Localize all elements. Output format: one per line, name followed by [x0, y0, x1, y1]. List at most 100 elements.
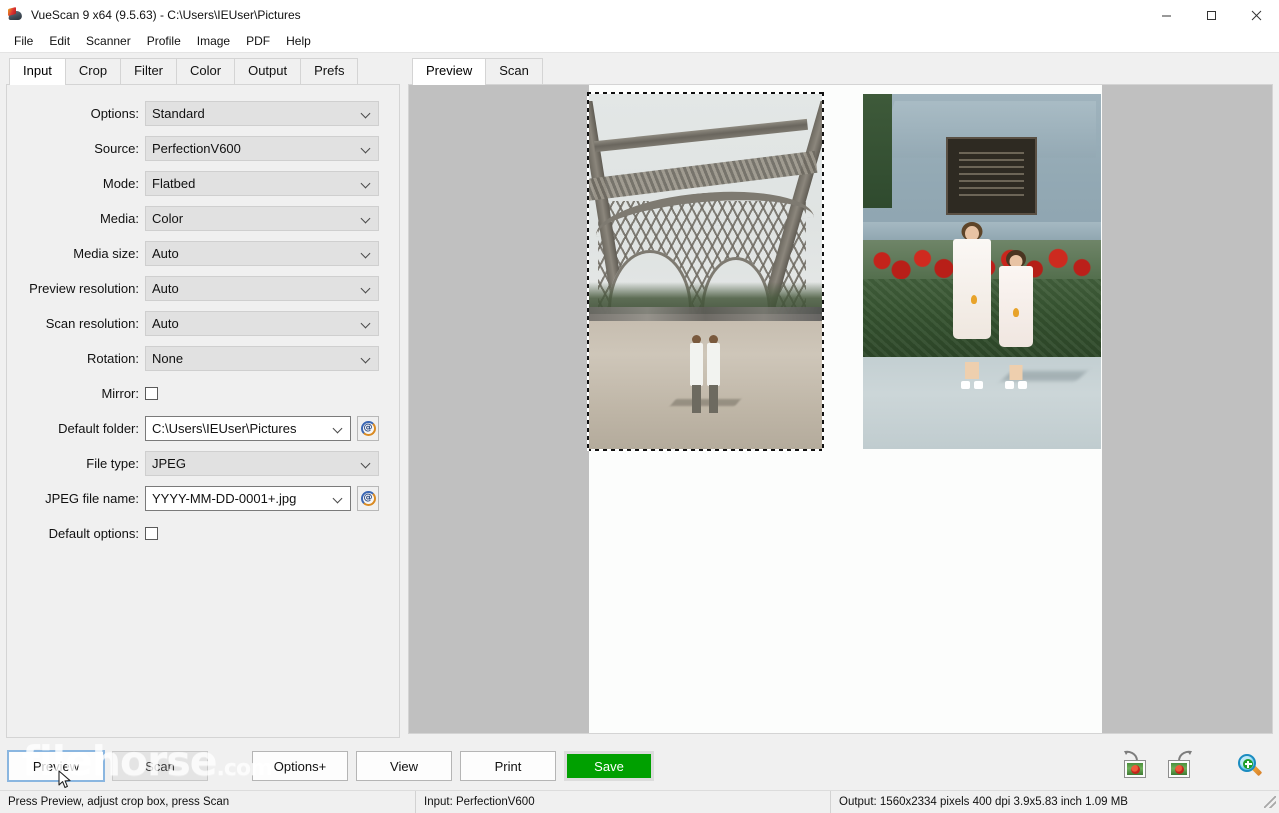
at-icon: @ [361, 421, 376, 436]
settings-tabstrip: Input Crop Filter Color Output Prefs [6, 57, 404, 84]
preview-tabstrip: Preview Scan [408, 57, 1273, 84]
scan-resolution-value: Auto [152, 316, 179, 331]
mirror-checkbox[interactable] [145, 387, 158, 400]
row-preview-resolution: Preview resolution: Auto [7, 271, 399, 306]
default-options-checkbox[interactable] [145, 527, 158, 540]
preview-button[interactable]: Preview [8, 751, 104, 781]
girl-right-figure [999, 250, 1033, 388]
tab-filter[interactable]: Filter [120, 58, 177, 84]
preview-resolution-value: Auto [152, 281, 179, 296]
maximize-button[interactable] [1189, 0, 1234, 30]
preview-resolution-select[interactable]: Auto [145, 276, 379, 301]
default-folder-input[interactable]: C:\Users\IEUser\Pictures [145, 416, 351, 441]
jpeg-file-name-value: YYYY-MM-DD-0001+.jpg [152, 491, 296, 506]
file-type-value: JPEG [152, 456, 186, 471]
row-file-type: File type: JPEG [7, 446, 399, 481]
rotate-right-button[interactable] [1159, 748, 1199, 784]
tab-color[interactable]: Color [176, 58, 235, 84]
options-select[interactable]: Standard [145, 101, 379, 126]
label-rotation: Rotation: [7, 351, 145, 366]
at-icon: @ [361, 491, 376, 506]
mode-value: Flatbed [152, 176, 195, 191]
zoom-in-icon [1236, 753, 1262, 779]
rotation-select[interactable]: None [145, 346, 379, 371]
tab-output[interactable]: Output [234, 58, 301, 84]
media-size-select[interactable]: Auto [145, 241, 379, 266]
resize-grip-icon[interactable] [1264, 796, 1276, 808]
tab-preview[interactable]: Preview [412, 58, 486, 85]
label-options: Options: [7, 106, 145, 121]
print-button[interactable]: Print [460, 751, 556, 781]
rotation-value: None [152, 351, 183, 366]
chevron-down-icon [362, 214, 371, 223]
source-value: PerfectionV600 [152, 141, 241, 156]
chevron-down-icon [362, 249, 371, 258]
minimize-button[interactable] [1144, 0, 1189, 30]
scanner-icon [8, 7, 24, 23]
tab-prefs[interactable]: Prefs [300, 58, 358, 84]
label-mirror: Mirror: [7, 386, 145, 401]
preview-canvas[interactable] [408, 84, 1273, 734]
settings-column: Input Crop Filter Color Output Prefs Opt… [0, 53, 404, 742]
chevron-down-icon [362, 319, 371, 328]
two-girls-photo[interactable] [863, 94, 1101, 449]
label-mode: Mode: [7, 176, 145, 191]
rotate-left-button[interactable] [1115, 748, 1155, 784]
close-button[interactable] [1234, 0, 1279, 30]
default-folder-browse-button[interactable]: @ [357, 416, 379, 441]
image-tools [1111, 748, 1269, 784]
scan-button[interactable]: Scan [112, 751, 208, 781]
chevron-down-icon [362, 459, 371, 468]
status-bar: Press Preview, adjust crop box, press Sc… [0, 790, 1279, 813]
label-default-folder: Default folder: [7, 421, 145, 436]
row-media-size: Media size: Auto [7, 236, 399, 271]
label-file-type: File type: [7, 456, 145, 471]
menu-scanner[interactable]: Scanner [78, 31, 139, 51]
tab-crop[interactable]: Crop [65, 58, 121, 84]
chevron-down-icon [362, 354, 371, 363]
label-media-size: Media size: [7, 246, 145, 261]
girl-left-figure [953, 222, 991, 389]
row-scan-resolution: Scan resolution: Auto [7, 306, 399, 341]
scan-resolution-select[interactable]: Auto [145, 311, 379, 336]
preview-column: Preview Scan [404, 53, 1279, 742]
media-select[interactable]: Color [145, 206, 379, 231]
menu-profile[interactable]: Profile [139, 31, 189, 51]
options-value: Standard [152, 106, 205, 121]
row-default-options: Default options: [7, 516, 399, 551]
file-type-select[interactable]: JPEG [145, 451, 379, 476]
label-default-options: Default options: [7, 526, 145, 541]
options-plus-button[interactable]: Options+ [252, 751, 348, 781]
menu-file[interactable]: File [6, 31, 41, 51]
menu-help[interactable]: Help [278, 31, 319, 51]
rotate-right-icon [1168, 760, 1190, 778]
save-button[interactable]: Save [564, 751, 654, 781]
row-media: Media: Color [7, 201, 399, 236]
tab-input[interactable]: Input [9, 58, 66, 85]
arrow-left-icon [1123, 750, 1139, 762]
arrow-right-icon [1177, 750, 1193, 762]
label-preview-resolution: Preview resolution: [7, 281, 145, 296]
chevron-down-icon [334, 424, 343, 433]
menu-edit[interactable]: Edit [41, 31, 78, 51]
menu-pdf[interactable]: PDF [238, 31, 278, 51]
title-bar: VueScan 9 x64 (9.5.63) - C:\Users\IEUser… [0, 0, 1279, 30]
menu-image[interactable]: Image [189, 31, 238, 51]
label-source: Source: [7, 141, 145, 156]
window-title: VueScan 9 x64 (9.5.63) - C:\Users\IEUser… [31, 8, 301, 22]
input-settings-panel: Options: Standard Source: PerfectionV600 [6, 84, 400, 738]
eiffel-tower-photo[interactable] [589, 94, 822, 449]
mode-select[interactable]: Flatbed [145, 171, 379, 196]
jpeg-file-name-browse-button[interactable]: @ [357, 486, 379, 511]
window-controls [1144, 0, 1279, 30]
source-select[interactable]: PerfectionV600 [145, 136, 379, 161]
zoom-in-button[interactable] [1229, 748, 1269, 784]
view-button[interactable]: View [356, 751, 452, 781]
media-size-value: Auto [152, 246, 179, 261]
children-figures [689, 335, 735, 413]
label-media: Media: [7, 211, 145, 226]
scanner-bed [589, 85, 1102, 733]
vuescan-window: VueScan 9 x64 (9.5.63) - C:\Users\IEUser… [0, 0, 1279, 813]
tab-scan[interactable]: Scan [485, 58, 543, 84]
jpeg-file-name-input[interactable]: YYYY-MM-DD-0001+.jpg [145, 486, 351, 511]
